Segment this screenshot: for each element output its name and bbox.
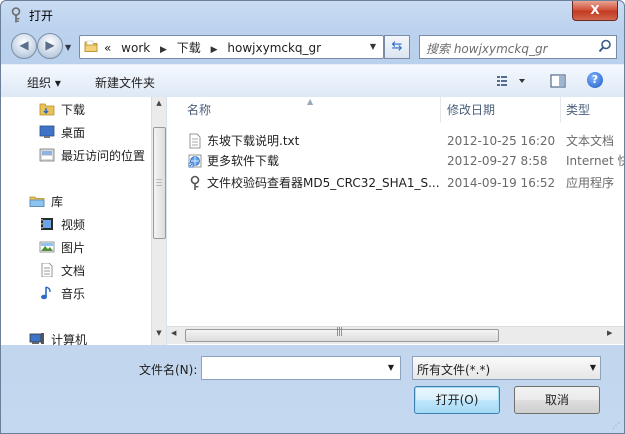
address-dropdown-icon[interactable]: ▼	[365, 36, 381, 58]
open-dialog: 打开 X ◀ ▶ ▼ « work ▶ 下载 ▶ howjxymckq_gr ▼…	[0, 0, 625, 434]
sidebar-item-desktop[interactable]: 桌面	[39, 124, 85, 142]
breadcrumb-separator-icon[interactable]: ▶	[211, 45, 218, 55]
sidebar-item-videos[interactable]: 视频	[39, 216, 85, 234]
recent-pages-dropdown-icon[interactable]: ▼	[65, 43, 71, 52]
grip-icon: |||	[336, 327, 343, 337]
grip-icon: — — —	[156, 176, 162, 189]
video-icon	[41, 218, 53, 230]
folder-icon	[39, 103, 55, 116]
breadcrumb-overflow[interactable]: «	[104, 41, 111, 55]
file-date: 2012-10-25 16:20	[447, 134, 556, 148]
filename-label: 文件名(N):	[139, 363, 198, 377]
file-type: 文本文档	[566, 134, 615, 148]
sidebar-item-pictures[interactable]: 图片	[39, 239, 85, 257]
music-icon	[41, 286, 51, 300]
sort-ascending-icon: ▲	[307, 97, 314, 106]
sidebar-item-libraries[interactable]: 库	[29, 193, 63, 211]
help-icon[interactable]: ?	[587, 72, 603, 88]
chevron-down-icon: ▼	[589, 363, 596, 372]
file-type-select[interactable]: 所有文件(*.*) ▼	[412, 356, 601, 380]
recent-places-icon	[39, 148, 55, 162]
sidebar-item-label: 最近访问的位置	[61, 149, 146, 163]
back-button[interactable]: ◀	[11, 33, 37, 59]
scroll-up-arrow-icon[interactable]: ▲	[152, 99, 166, 111]
column-header-type[interactable]: 类型	[560, 97, 624, 123]
sidebar-item-downloads[interactable]: 下载	[39, 101, 85, 119]
close-button[interactable]: X	[572, 1, 618, 21]
refresh-button[interactable]: ⇆	[384, 35, 410, 59]
sidebar-item-label: 计算机	[51, 333, 88, 347]
breadcrumb: « work ▶ 下载 ▶ howjxymckq_gr	[104, 39, 327, 56]
file-row[interactable]: 文件校验码查看器MD5_CRC32_SHA1_S... 2014-09-19 1…	[167, 173, 624, 193]
breadcrumb-separator-icon[interactable]: ▶	[160, 45, 167, 55]
dialog-footer: 文件名(N): ▼ 所有文件(*.*) ▼ 打开(O) 取消 ⋰	[1, 346, 624, 433]
text-file-icon	[189, 133, 201, 149]
file-type: 应用程序	[566, 176, 615, 190]
key-icon	[11, 7, 21, 23]
main-content: 下载 桌面 最近访问的位置 库 视频 图片 文档 音乐 计算机 ▲ — — — …	[1, 97, 624, 347]
file-type-value: 所有文件(*.*)	[417, 363, 491, 377]
title-bar: 打开 X	[1, 1, 624, 29]
desktop-icon	[39, 125, 55, 138]
file-name: 文件校验码查看器MD5_CRC32_SHA1_S...	[207, 176, 440, 190]
sidebar-item-label: 桌面	[61, 126, 86, 140]
sidebar-item-label: 文档	[61, 264, 86, 278]
scroll-right-arrow-icon[interactable]: ▶	[607, 329, 612, 337]
folder-icon	[84, 40, 98, 52]
breadcrumb-item-current[interactable]: howjxymckq_gr	[227, 41, 321, 55]
computer-icon	[29, 333, 44, 344]
column-header-date-modified[interactable]: 修改日期	[440, 97, 561, 123]
breadcrumb-item-downloads[interactable]: 下载	[177, 41, 201, 55]
sidebar-item-label: 图片	[61, 241, 86, 255]
filename-input[interactable]: ▼	[201, 356, 401, 380]
file-name: 更多软件下载	[207, 154, 280, 168]
column-header-label: 名称	[187, 103, 212, 117]
file-name: 东坡下载说明.txt	[207, 134, 300, 148]
new-folder-button[interactable]: 新建文件夹	[95, 74, 155, 91]
organize-menu-button[interactable]: 组织 ▾	[27, 74, 61, 91]
sidebar-item-music[interactable]: 音乐	[39, 285, 85, 303]
file-date: 2012-09-27 8:58	[447, 154, 548, 168]
sidebar-item-documents[interactable]: 文档	[39, 262, 85, 280]
breadcrumb-item-work[interactable]: work	[121, 41, 150, 55]
sidebar-item-label: 下载	[61, 103, 86, 117]
cancel-button[interactable]: 取消	[514, 386, 600, 414]
scrollbar-thumb[interactable]: — — —	[153, 127, 166, 239]
column-header-name[interactable]: ▲ 名称	[167, 97, 441, 123]
internet-shortcut-icon	[188, 154, 202, 168]
forward-button[interactable]: ▶	[37, 33, 63, 59]
file-row[interactable]: 东坡下载说明.txt 2012-10-25 16:20 文本文档	[167, 131, 624, 151]
sidebar-item-label: 库	[51, 195, 64, 209]
file-date: 2014-09-19 16:52	[447, 176, 556, 190]
open-button[interactable]: 打开(O)	[414, 386, 500, 414]
scrollbar-thumb[interactable]: |||	[185, 327, 499, 342]
scroll-left-arrow-icon[interactable]: ◀	[171, 329, 176, 337]
file-row[interactable]: 更多软件下载 2012-09-27 8:58 Internet 快捷方式	[167, 151, 624, 171]
address-bar[interactable]: « work ▶ 下载 ▶ howjxymckq_gr ▼	[79, 35, 384, 59]
column-header-label: 修改日期	[447, 103, 496, 117]
sidebar-item-label: 音乐	[61, 287, 86, 301]
search-placeholder: 搜索 howjxymckq_gr	[426, 42, 548, 56]
navigation-bar: ◀ ▶ ▼ « work ▶ 下载 ▶ howjxymckq_gr ▼ ⇆ 搜索…	[1, 29, 624, 63]
document-icon	[41, 263, 53, 277]
preview-pane-icon[interactable]	[550, 73, 566, 89]
file-type: Internet 快捷方式	[566, 154, 624, 168]
window-title: 打开	[29, 9, 54, 23]
search-input[interactable]: 搜索 howjxymckq_gr	[419, 35, 617, 59]
column-header-label: 类型	[566, 103, 591, 117]
search-icon[interactable]	[598, 39, 612, 53]
navigation-pane: 下载 桌面 最近访问的位置 库 视频 图片 文档 音乐 计算机 ▲ — — — …	[1, 97, 167, 347]
file-list: ▲ 名称 修改日期 类型 东坡下载说明.txt 2012-10-25 16:20…	[167, 97, 624, 345]
filename-dropdown-icon[interactable]: ▼	[384, 357, 398, 379]
resize-grip-icon[interactable]: ⋰	[612, 421, 622, 431]
sidebar-item-recent-places[interactable]: 最近访问的位置	[39, 147, 145, 165]
view-options-icon[interactable]	[495, 73, 527, 89]
navigation-pane-scrollbar[interactable]: ▲ — — — ▼	[151, 97, 166, 345]
scroll-down-arrow-icon[interactable]: ▼	[152, 329, 166, 341]
picture-icon	[39, 241, 55, 253]
library-icon	[29, 196, 45, 207]
file-list-scrollbar[interactable]: ◀ ||| ▶	[167, 326, 624, 344]
application-icon	[190, 175, 200, 190]
sidebar-item-label: 视频	[61, 218, 86, 232]
